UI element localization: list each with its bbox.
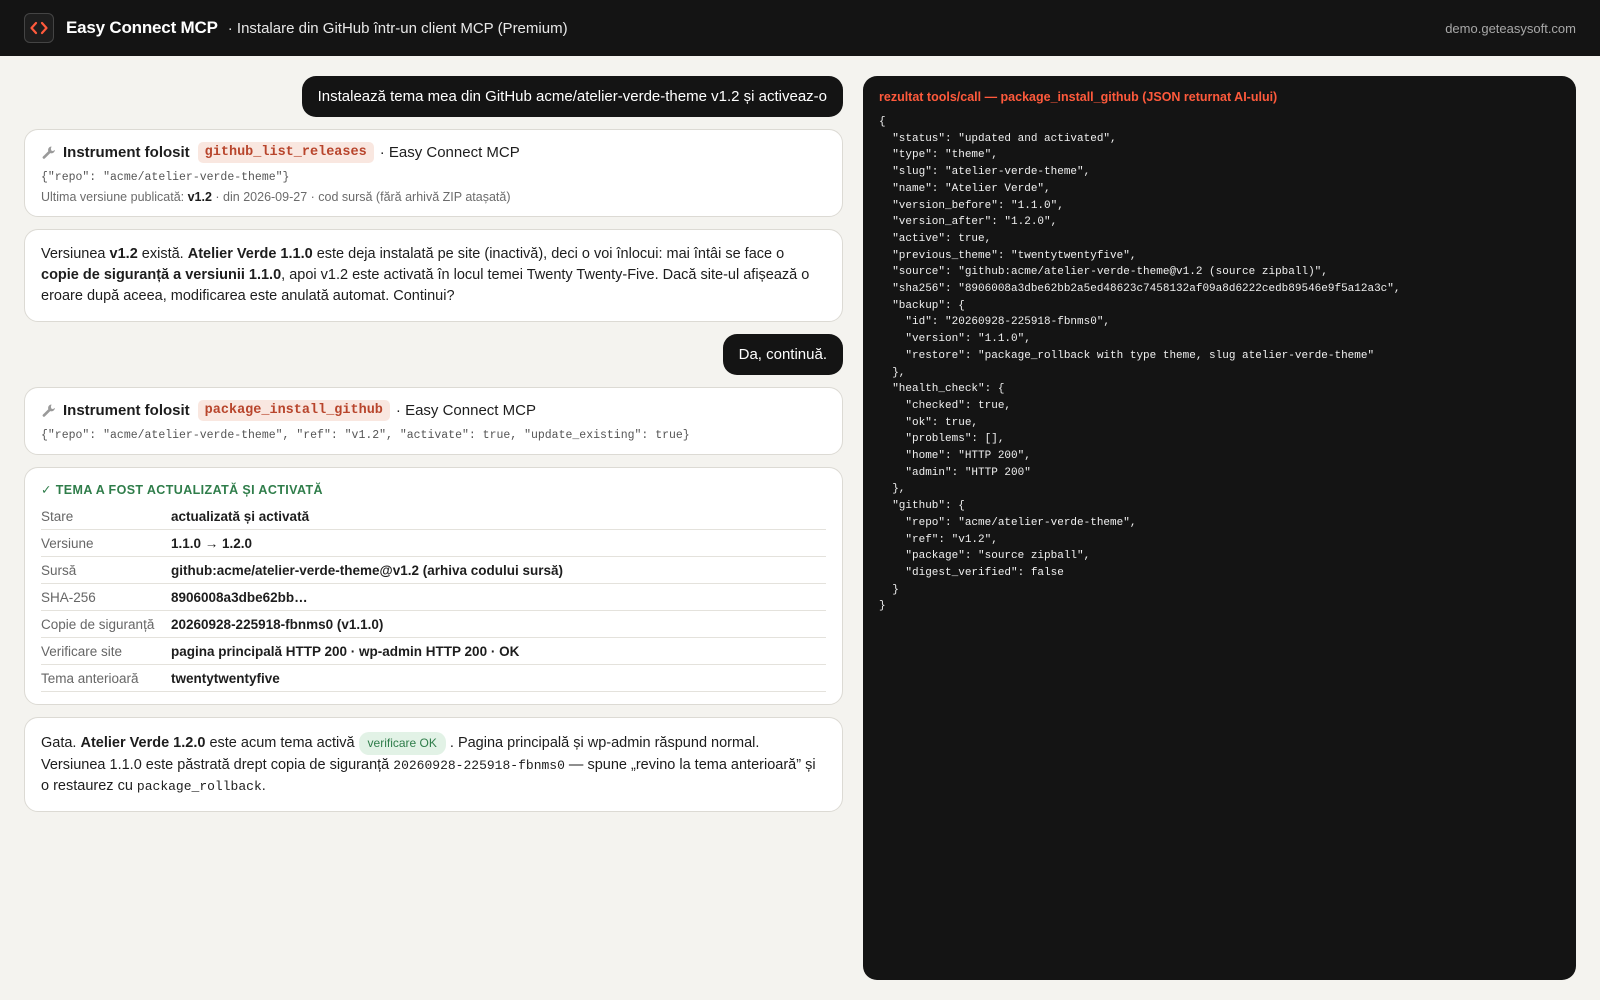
tool-name-chip: package_install_github bbox=[197, 400, 390, 421]
tool-name-chip: github_list_releases bbox=[197, 142, 374, 163]
result-row-key: Tema anterioară bbox=[41, 670, 139, 686]
verification-ok-badge: verificare OK bbox=[358, 732, 446, 755]
tool-arguments: {"repo": "acme/atelier-verde-theme"} bbox=[41, 171, 290, 184]
rollback-tool-code: package_rollback bbox=[136, 779, 262, 794]
json-output: { "status": "updated and activated", "ty… bbox=[879, 116, 1401, 613]
result-row-value: pagina principală HTTP 200 · wp-admin HT… bbox=[171, 643, 520, 659]
user-message: Da, continuă. bbox=[722, 334, 843, 375]
wrench-icon bbox=[42, 146, 55, 159]
tool-call-card: Instrument folosit github_list_releases … bbox=[24, 129, 843, 217]
result-details: Stare actualizată și activată Versiune 1.1.… bbox=[41, 503, 826, 692]
page-subtitle: · Instalare din GitHub într-un client MC… bbox=[227, 19, 568, 37]
tool-provider: · Easy Connect MCP bbox=[395, 402, 536, 419]
result-row: Copie de siguranță 20260928-225918-fbnms0… bbox=[41, 611, 826, 638]
result-row-value: 1.1.0 → 1.2.0 bbox=[171, 535, 253, 551]
result-title: ✓ TEMA A FOST ACTUALIZATĂ ȘI ACTIVATĂ bbox=[41, 483, 323, 497]
tool-provider: · Easy Connect MCP bbox=[379, 144, 520, 161]
tool-arguments: {"repo": "acme/atelier-verde-theme", "re… bbox=[41, 429, 690, 442]
tool-used-label: Instrument folosit bbox=[63, 144, 190, 161]
result-row-value: 20260928-225918-fbnms0 (v1.1.0) bbox=[171, 616, 384, 632]
result-row-key: Sursă bbox=[41, 562, 77, 578]
result-row-value: github:acme/atelier-verde-theme@v1.2 (ar… bbox=[171, 562, 564, 578]
chat-thread: Instalează tema mea din GitHub acme/atel… bbox=[24, 76, 843, 812]
tool-used-label: Instrument folosit bbox=[63, 402, 190, 419]
result-card: ✓ TEMA A FOST ACTUALIZATĂ ȘI ACTIVATĂ St… bbox=[24, 467, 843, 705]
result-row: Versiune 1.1.0 → 1.2.0 bbox=[41, 530, 826, 557]
user-message: Instalează tema mea din GitHub acme/atel… bbox=[301, 76, 843, 117]
result-row-key: Verificare site bbox=[41, 643, 123, 659]
assistant-message: Versiunea v1.2 există. Atelier Verde 1.1… bbox=[24, 229, 843, 322]
result-row-value: twentytwentyfive bbox=[171, 670, 280, 686]
code-brackets-icon[interactable] bbox=[24, 13, 54, 43]
result-row-key: Stare bbox=[41, 508, 74, 524]
result-row: Tema anterioară twentytwentyfive bbox=[41, 665, 826, 692]
result-row: Verificare site pagina principală HTTP 20… bbox=[41, 638, 826, 665]
top-bar: Easy Connect MCP · Instalare din GitHub … bbox=[0, 0, 1600, 56]
result-row-key: Copie de siguranță bbox=[41, 616, 155, 632]
result-row: Sursă github:acme/atelier-verde-theme@v1.… bbox=[41, 557, 826, 584]
result-row: Stare actualizată și activată bbox=[41, 503, 826, 530]
result-row-value: actualizată și activată bbox=[171, 508, 310, 524]
panel-title: rezultat tools/call — package_install_gi… bbox=[879, 90, 1278, 104]
assistant-message: Gata. Atelier Verde 1.2.0 este acum tema… bbox=[24, 717, 843, 812]
tool-meta: Ultima versiune publicată: v1.2 · din 20… bbox=[41, 190, 511, 204]
result-row-key: Versiune bbox=[41, 535, 94, 551]
backup-id-code: 20260928-225918-fbnms0 bbox=[393, 758, 565, 773]
tool-call-card: Instrument folosit package_install_githu… bbox=[24, 387, 843, 455]
result-row: SHA-256 8906008a3dbe62bb… bbox=[41, 584, 826, 611]
wrench-icon bbox=[42, 404, 55, 417]
result-row-value: 8906008a3dbe62bb… bbox=[171, 589, 308, 605]
site-domain[interactable]: demo.geteasysoft.com bbox=[1445, 21, 1576, 36]
result-row-key: SHA-256 bbox=[41, 589, 96, 605]
brand-name: Easy Connect MCP bbox=[66, 18, 218, 37]
json-result-panel[interactable]: rezultat tools/call — package_install_gi… bbox=[863, 76, 1576, 980]
